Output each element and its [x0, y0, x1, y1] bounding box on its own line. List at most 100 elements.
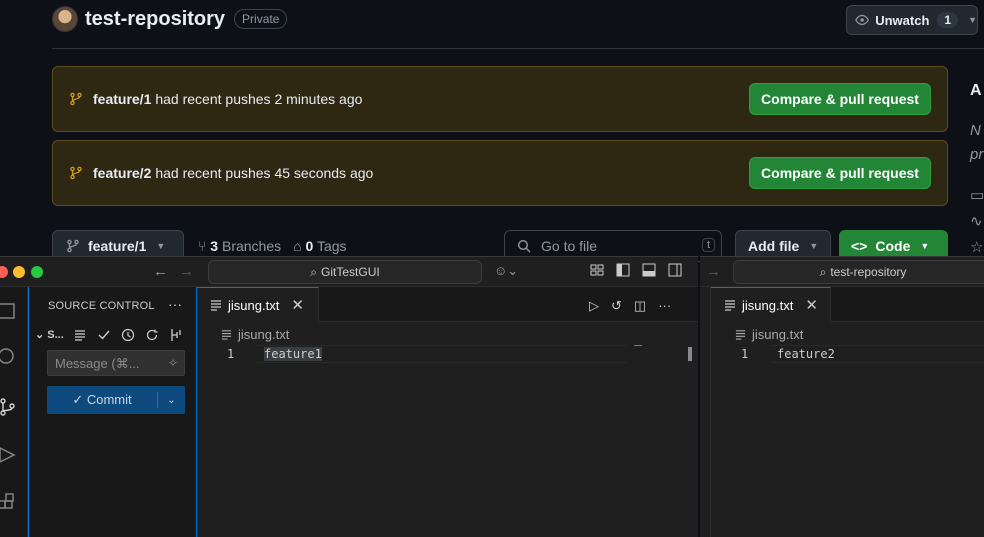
branch-icon: ⑂ [198, 238, 207, 254]
branch-icon [70, 166, 82, 180]
copilot-icon[interactable]: ☺⌄ [494, 263, 518, 279]
branches-link[interactable]: ⑂ 3 Branches [198, 238, 281, 254]
toggle-panel-icon[interactable] [642, 263, 656, 277]
commit-label: Commit [86, 392, 132, 407]
branch-icon [70, 92, 82, 106]
timeline-icon[interactable]: ↺ [611, 298, 622, 314]
back-arrow-icon[interactable]: ← [153, 263, 168, 280]
compare-pull-request-button[interactable]: Compare & pull request [749, 83, 931, 115]
line-number: 1 [227, 347, 235, 361]
compare-pull-request-button[interactable]: Compare & pull request [749, 157, 931, 189]
view-as-list-icon[interactable] [73, 328, 87, 342]
close-window-button[interactable] [0, 266, 8, 278]
tags-count: 0 [305, 238, 314, 254]
owner-avatar[interactable] [52, 6, 78, 32]
unwatch-button[interactable]: Unwatch 1 ▼ [846, 5, 978, 35]
tag-icon: ⌂ [293, 238, 302, 254]
unwatch-label: Unwatch [875, 12, 930, 28]
about-heading-partial: A [970, 82, 982, 99]
tab-jisung-txt[interactable]: jisung.txt ✕ [197, 287, 319, 322]
code-line[interactable]: 1 feature2 [711, 345, 984, 363]
commit-main[interactable]: ✓ Commit [47, 392, 158, 408]
search-icon[interactable] [0, 347, 20, 367]
title-bar: → ⌕ test-repository [700, 257, 984, 287]
vscode-window-2: → ⌕ test-repository jisung.txt ✕ jisung.… [700, 256, 984, 537]
banner-message: had recent pushes 45 seconds ago [155, 165, 374, 181]
sparkle-icon[interactable]: ✧ [168, 356, 178, 370]
command-center-search[interactable]: ⌕ GitTestGUI [208, 260, 482, 284]
banner-branch[interactable]: feature/1 [93, 91, 151, 107]
watch-count: 1 [937, 12, 959, 28]
chevron-down-icon: ▼ [920, 241, 930, 251]
chevron-down-icon[interactable]: ⌄ [158, 395, 185, 406]
split-editor-icon[interactable]: ◫ [634, 298, 646, 314]
code-label: Code [875, 238, 911, 254]
scrollbar-thumb[interactable] [688, 347, 692, 361]
line-text: feature2 [777, 347, 835, 361]
minimize-window-button[interactable] [13, 266, 25, 278]
repo-name[interactable]: test-repository [85, 8, 225, 31]
section-title: S... [47, 329, 64, 341]
run-icon[interactable]: ▷ [589, 298, 599, 314]
breadcrumb-file: jisung.txt [238, 327, 290, 342]
extensions-icon[interactable] [0, 493, 20, 513]
eye-icon [855, 14, 870, 26]
close-icon[interactable]: ✕ [805, 296, 818, 314]
file-icon [221, 330, 232, 340]
breadcrumb-file: jisung.txt [752, 327, 804, 342]
branch-selector-label: feature/1 [88, 238, 147, 254]
more-actions-icon[interactable]: ··· [168, 296, 182, 312]
graph-icon[interactable] [169, 328, 183, 342]
commit-message-input[interactable]: Message (⌘... ✧ [47, 350, 185, 376]
close-icon[interactable]: ✕ [291, 296, 304, 314]
breadcrumb[interactable]: jisung.txt [735, 327, 803, 342]
forward-arrow-icon[interactable]: → [179, 263, 194, 280]
chevron-down-icon: ⌄ [35, 329, 45, 341]
vscode-window: ← → ⌕ GitTestGUI ☺⌄ SOURCE CONTROL ··· ⌄… [0, 256, 698, 537]
banner-branch[interactable]: feature/2 [93, 165, 151, 181]
history-icon[interactable] [121, 328, 135, 342]
shortcut-key: t [701, 238, 715, 252]
go-to-file-placeholder: Go to file [541, 238, 598, 254]
branches-label: Branches [221, 238, 282, 254]
customize-layout-icon[interactable] [590, 263, 604, 277]
chevron-down-icon: ▼ [156, 241, 166, 251]
source-control-icon[interactable] [0, 397, 20, 417]
tab-jisung-txt[interactable]: jisung.txt ✕ [711, 287, 831, 322]
tab-label: jisung.txt [742, 297, 794, 313]
commit-button[interactable]: ✓ Commit ⌄ [47, 386, 185, 414]
line-number: 1 [741, 347, 749, 361]
file-icon [735, 330, 746, 340]
toggle-primary-sidebar-icon[interactable] [616, 263, 630, 277]
toggle-secondary-sidebar-icon[interactable] [668, 263, 682, 277]
code-icon: <> [851, 238, 868, 254]
activity-bar [0, 287, 28, 537]
commit-check-icon[interactable] [97, 328, 111, 342]
repo-header: test-repository Private Unwatch 1 ▼ [52, 5, 984, 35]
commit-message-placeholder: Message (⌘... [55, 356, 140, 371]
run-debug-icon[interactable] [0, 445, 20, 465]
more-actions-icon[interactable]: ··· [658, 298, 671, 314]
line-text: feature1 [264, 347, 322, 361]
tags-link[interactable]: ⌂ 0 Tags [293, 238, 346, 254]
explorer-icon[interactable] [0, 301, 20, 321]
workspace-name: GitTestGUI [321, 265, 380, 279]
tab-label: jisung.txt [228, 297, 280, 313]
activity-icon: ∿ [970, 213, 983, 230]
forward-arrow-icon[interactable]: → [706, 263, 721, 280]
file-icon [725, 300, 735, 311]
branches-count: 3 [210, 238, 219, 254]
search-icon: ⌕ [819, 264, 827, 279]
breadcrumb[interactable]: jisung.txt [221, 327, 289, 342]
code-line[interactable]: 1 feature1 [197, 345, 698, 363]
tags-label: Tags [316, 238, 347, 254]
visibility-badge: Private [234, 9, 288, 29]
maximize-window-button[interactable] [31, 266, 43, 278]
check-icon: ✓ [72, 392, 87, 407]
editor-group: jisung.txt ✕ ▷ ↺ ◫ ··· jisung.txt 1 feat… [197, 287, 698, 537]
title-bar: ← → ⌕ GitTestGUI ☺⌄ [0, 257, 698, 287]
recent-push-banner: feature/1 had recent pushes 2 minutes ag… [52, 66, 948, 132]
changes-section-header[interactable]: ⌄ S... [29, 325, 197, 345]
command-center-search[interactable]: ⌕ test-repository [733, 260, 984, 284]
refresh-icon[interactable] [145, 328, 159, 342]
